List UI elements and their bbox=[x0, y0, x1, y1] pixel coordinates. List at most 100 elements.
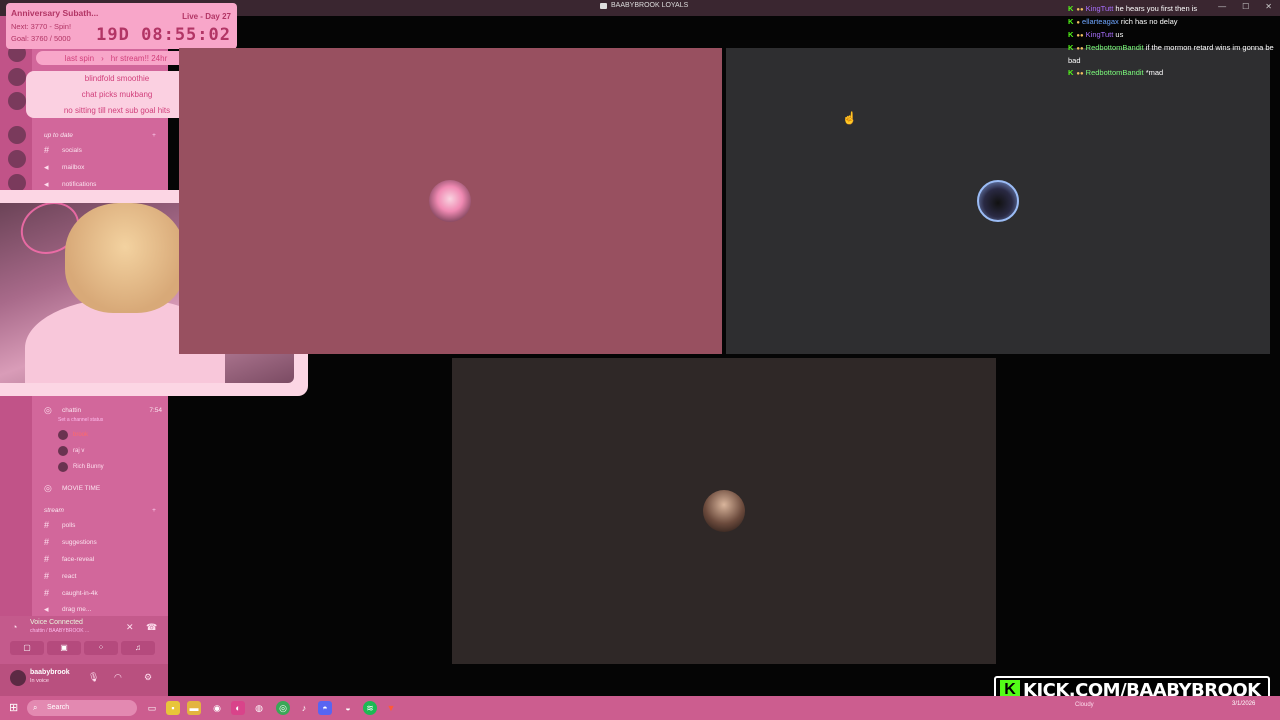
steam-icon[interactable]: ◍ bbox=[252, 701, 266, 715]
subathon-title: Anniversary Subath... bbox=[11, 8, 99, 18]
chrome-icon[interactable]: ◎ bbox=[276, 701, 290, 715]
channel-caught-in-4k[interactable]: # caught-in-4k bbox=[44, 586, 162, 600]
badge-icons: ●● bbox=[1076, 71, 1084, 77]
window-title: BAABYBROOK LOYALS bbox=[600, 2, 688, 9]
participant-avatar bbox=[703, 490, 745, 532]
app-icon[interactable]: ◐ bbox=[231, 701, 245, 715]
channel-mailbox[interactable]: ◂ mailbox bbox=[44, 160, 162, 174]
channel-movie-time[interactable]: ◎ MOVIE TIME bbox=[44, 481, 162, 495]
channel-socials[interactable]: # socials bbox=[44, 143, 162, 157]
channel-face-reveal[interactable]: # face-reveal bbox=[44, 552, 162, 566]
chat-message: K ●● RedbottomBandit *mad bbox=[1068, 67, 1276, 80]
windows-start-icon[interactable]: ⊞ bbox=[9, 701, 18, 714]
badge-icons: ● bbox=[1076, 20, 1081, 26]
server-icon[interactable] bbox=[8, 92, 26, 110]
avatar bbox=[58, 446, 68, 456]
discord-icon[interactable]: ◓ bbox=[318, 701, 332, 715]
video-tile[interactable] bbox=[452, 358, 996, 664]
kick-icon: K bbox=[1068, 43, 1074, 52]
screen-share-button[interactable]: ▣ bbox=[47, 641, 81, 655]
channel-label: face-reveal bbox=[62, 555, 95, 563]
video-tile[interactable] bbox=[726, 48, 1270, 354]
user-name[interactable]: baabybrook bbox=[30, 669, 70, 676]
category-up-to-date[interactable]: up to date + bbox=[44, 132, 156, 139]
category-stream[interactable]: stream + bbox=[44, 507, 156, 514]
headphones-icon[interactable]: ◠ bbox=[114, 672, 122, 683]
subathon-widget: Anniversary Subath... Next: 3770 - Spin!… bbox=[6, 3, 237, 49]
participant-avatar bbox=[977, 180, 1019, 222]
mic-icon[interactable]: 🎙︎ bbox=[88, 672, 99, 683]
channel-notifications[interactable]: ◂ notifications bbox=[44, 177, 162, 191]
camera-button[interactable]: ▢ bbox=[10, 641, 44, 655]
taskbar-clock[interactable]: 3/1/2026 bbox=[1232, 700, 1255, 708]
voice-user[interactable]: Rich Bunny bbox=[58, 462, 104, 472]
chat-text: us bbox=[1115, 30, 1124, 39]
task-view-icon[interactable]: ▭ bbox=[145, 701, 159, 715]
taskbar-search[interactable]: ⌕ Search bbox=[27, 700, 137, 716]
category-label: up to date bbox=[44, 132, 73, 139]
hash-icon: # bbox=[44, 145, 50, 155]
hash-icon: # bbox=[44, 537, 50, 547]
channel-suggestions[interactable]: # suggestions bbox=[44, 535, 162, 549]
activities-button[interactable]: ⁘ bbox=[84, 641, 118, 655]
brave-icon[interactable]: ▼ bbox=[384, 701, 398, 715]
video-tile[interactable] bbox=[179, 48, 722, 354]
kick-icon: K bbox=[1068, 30, 1074, 39]
soundboard-button[interactable]: ♫ bbox=[121, 641, 155, 655]
hash-icon: # bbox=[44, 520, 50, 530]
channel-polls[interactable]: # polls bbox=[44, 518, 162, 532]
window-title-text: BAABYBROOK LOYALS bbox=[611, 2, 689, 9]
channel-status[interactable]: Set a channel status bbox=[58, 417, 103, 423]
chat-overlay: K ●● KingTutt he hears you first then is K… bbox=[1068, 3, 1276, 80]
voice-channel-chattin[interactable]: ◎ chattin 7:54 bbox=[44, 403, 162, 417]
channel-label: polls bbox=[62, 521, 76, 529]
tiktok-icon[interactable]: ♪ bbox=[297, 701, 311, 715]
weather-status[interactable]: Cloudy bbox=[1075, 702, 1094, 708]
chat-username: RedbottomBandit bbox=[1085, 68, 1144, 77]
settings-gear-icon[interactable]: ⚙ bbox=[144, 672, 152, 683]
add-channel-icon[interactable]: + bbox=[152, 507, 156, 514]
folder-icon[interactable]: ▬ bbox=[187, 701, 201, 715]
last-spin-label: last spin bbox=[64, 53, 95, 63]
server-icon[interactable] bbox=[8, 126, 26, 144]
messenger-icon[interactable]: ◒ bbox=[341, 701, 355, 715]
chat-username: ellarteagax bbox=[1082, 17, 1119, 26]
noise-suppression-icon[interactable]: ✕ bbox=[126, 622, 134, 633]
voice-timer: 7:54 bbox=[149, 406, 162, 414]
user-status: In voice bbox=[30, 678, 49, 684]
chat-text: *mad bbox=[1145, 68, 1164, 77]
voice-user[interactable]: brook bbox=[58, 430, 88, 440]
date-label: 3/1/2026 bbox=[1232, 701, 1256, 707]
server-icon[interactable] bbox=[8, 68, 26, 86]
user-avatar[interactable] bbox=[10, 670, 26, 686]
file-icon[interactable]: ▪ bbox=[166, 701, 180, 715]
add-channel-icon[interactable]: + bbox=[152, 132, 156, 139]
app-icon bbox=[600, 2, 607, 9]
category-label: stream bbox=[44, 507, 64, 514]
chat-username: RedbottomBandit bbox=[1085, 43, 1144, 52]
server-icon[interactable] bbox=[8, 150, 26, 168]
channel-label: mailbox bbox=[62, 163, 85, 171]
voice-connected-panel: ◔ Voice Connected chattin / BAABYBROOK .… bbox=[0, 616, 168, 664]
voice-user-name: brook bbox=[73, 432, 89, 438]
obs-icon[interactable]: ◉ bbox=[210, 701, 224, 715]
channel-react[interactable]: # react bbox=[44, 569, 162, 583]
channel-drag-me[interactable]: ◂ drag me... bbox=[44, 602, 162, 616]
speaker-icon: ◂ bbox=[44, 178, 49, 189]
signal-icon[interactable]: ◔ bbox=[12, 622, 17, 632]
channel-label: chattin bbox=[62, 406, 82, 414]
voice-icon: ◎ bbox=[44, 482, 52, 493]
hash-icon: # bbox=[44, 588, 50, 598]
spin-bar: last spin › hr stream!! 24hr bbox=[36, 51, 196, 65]
hash-icon: # bbox=[44, 571, 50, 581]
user-panel: baabybrook In voice 🎙︎ ◠ ⚙ bbox=[0, 664, 168, 696]
search-placeholder: Search bbox=[47, 704, 70, 711]
voice-icon: ◎ bbox=[44, 404, 52, 415]
kick-icon: K bbox=[1068, 17, 1074, 26]
streamer-head bbox=[65, 203, 185, 313]
voice-user[interactable]: raj v bbox=[58, 446, 84, 456]
disconnect-icon[interactable]: ☎ bbox=[146, 622, 157, 633]
spotify-icon[interactable]: ≋ bbox=[363, 701, 377, 715]
voice-channel-path[interactable]: chattin / BAABYBROOK ... bbox=[30, 628, 89, 634]
channel-label: MOVIE TIME bbox=[62, 484, 101, 492]
